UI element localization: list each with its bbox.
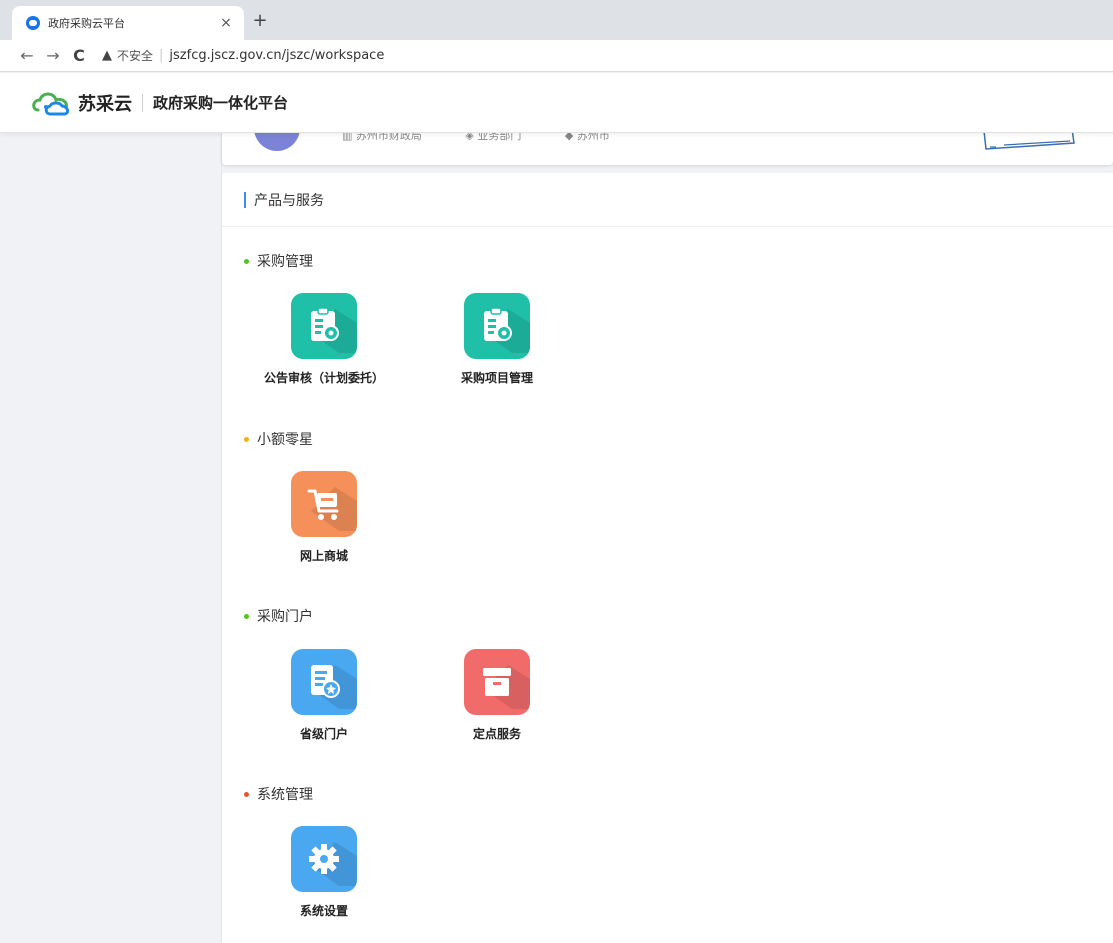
box-icon[interactable] <box>464 649 530 715</box>
profile-info: ▥ 苏州市财政局 ◈ 业务部门 ◆ 苏州市 <box>342 133 650 143</box>
app-announcement-review[interactable]: 公告审核（计划委托） <box>249 293 399 386</box>
app-label[interactable]: 系统设置 <box>249 902 399 919</box>
app-label[interactable]: 网上商城 <box>249 547 399 564</box>
url-separator: | <box>159 48 164 63</box>
org-name: ▥ 苏州市财政局 <box>342 133 422 142</box>
avatar[interactable] <box>254 133 300 151</box>
logo-icon[interactable] <box>32 90 74 116</box>
app-label[interactable]: 定点服务 <box>422 725 572 742</box>
sidebar <box>0 133 222 943</box>
clipboard-icon[interactable] <box>291 293 357 359</box>
browser-tab[interactable]: 政府采购云平台 × <box>12 6 244 40</box>
dept-name: ◈ 业务部门 <box>465 133 522 142</box>
section-accent-bar <box>244 191 246 208</box>
app-header: 苏采云 政府采购一体化平台 <box>0 73 1113 133</box>
document-icon[interactable] <box>291 649 357 715</box>
cart-icon[interactable] <box>291 471 357 537</box>
app-designated-service[interactable]: 定点服务 <box>422 649 572 742</box>
group-dot-icon <box>244 258 249 264</box>
warning-icon[interactable]: ▲ <box>102 48 112 63</box>
app-project-management[interactable]: 采购项目管理 <box>422 293 572 386</box>
insecure-label[interactable]: 不安全 <box>117 47 153 64</box>
banner-illustration-icon <box>983 133 1075 150</box>
url-field[interactable]: jszfcg.jscz.gov.cn/jszc/workspace <box>169 48 384 63</box>
group-dot-icon <box>244 436 249 442</box>
group-title-portal: 采购门户 <box>244 606 313 626</box>
brand-name[interactable]: 苏采云 <box>78 90 132 116</box>
app-label[interactable]: 采购项目管理 <box>422 369 572 386</box>
app-online-mall[interactable]: 网上商城 <box>249 471 399 564</box>
profile-card: ▥ 苏州市财政局 ◈ 业务部门 ◆ 苏州市 <box>222 133 1113 165</box>
section-header: 产品与服务 <box>222 173 1113 227</box>
favicon-icon <box>26 16 40 30</box>
new-tab-icon[interactable]: + <box>250 10 270 31</box>
clipboard-icon[interactable] <box>464 293 530 359</box>
app-provincial-portal[interactable]: 省级门户 <box>249 649 399 742</box>
forward-icon[interactable]: → <box>40 46 66 65</box>
reload-icon[interactable]: C <box>66 46 92 65</box>
group-dot-icon <box>244 791 249 797</box>
group-title-system: 系统管理 <box>244 784 313 804</box>
platform-title: 政府采购一体化平台 <box>153 94 289 112</box>
products-panel: 产品与服务 采购管理 公告审核（计划委托） 采购项目管理 小额零星 网上商城 采… <box>222 173 1113 943</box>
app-system-settings[interactable]: 系统设置 <box>249 826 399 919</box>
app-label[interactable]: 省级门户 <box>249 725 399 742</box>
group-title-procurement: 采购管理 <box>244 251 313 271</box>
header-divider <box>142 93 143 112</box>
app-label[interactable]: 公告审核（计划委托） <box>249 369 399 386</box>
gear-icon[interactable] <box>291 826 357 892</box>
group-title-small-purchase: 小额零星 <box>244 429 313 449</box>
back-icon[interactable]: ← <box>14 46 40 65</box>
section-title: 产品与服务 <box>254 192 324 209</box>
region-name: ◆ 苏州市 <box>564 133 610 142</box>
group-dot-icon <box>244 613 249 619</box>
tab-close-icon[interactable]: × <box>218 15 234 31</box>
address-bar: ← → C ▲ 不安全 | jszfcg.jscz.gov.cn/jszc/wo… <box>0 40 1113 72</box>
browser-tab-bar: 政府采购云平台 × + <box>0 0 1113 40</box>
tab-title: 政府采购云平台 <box>48 17 125 30</box>
